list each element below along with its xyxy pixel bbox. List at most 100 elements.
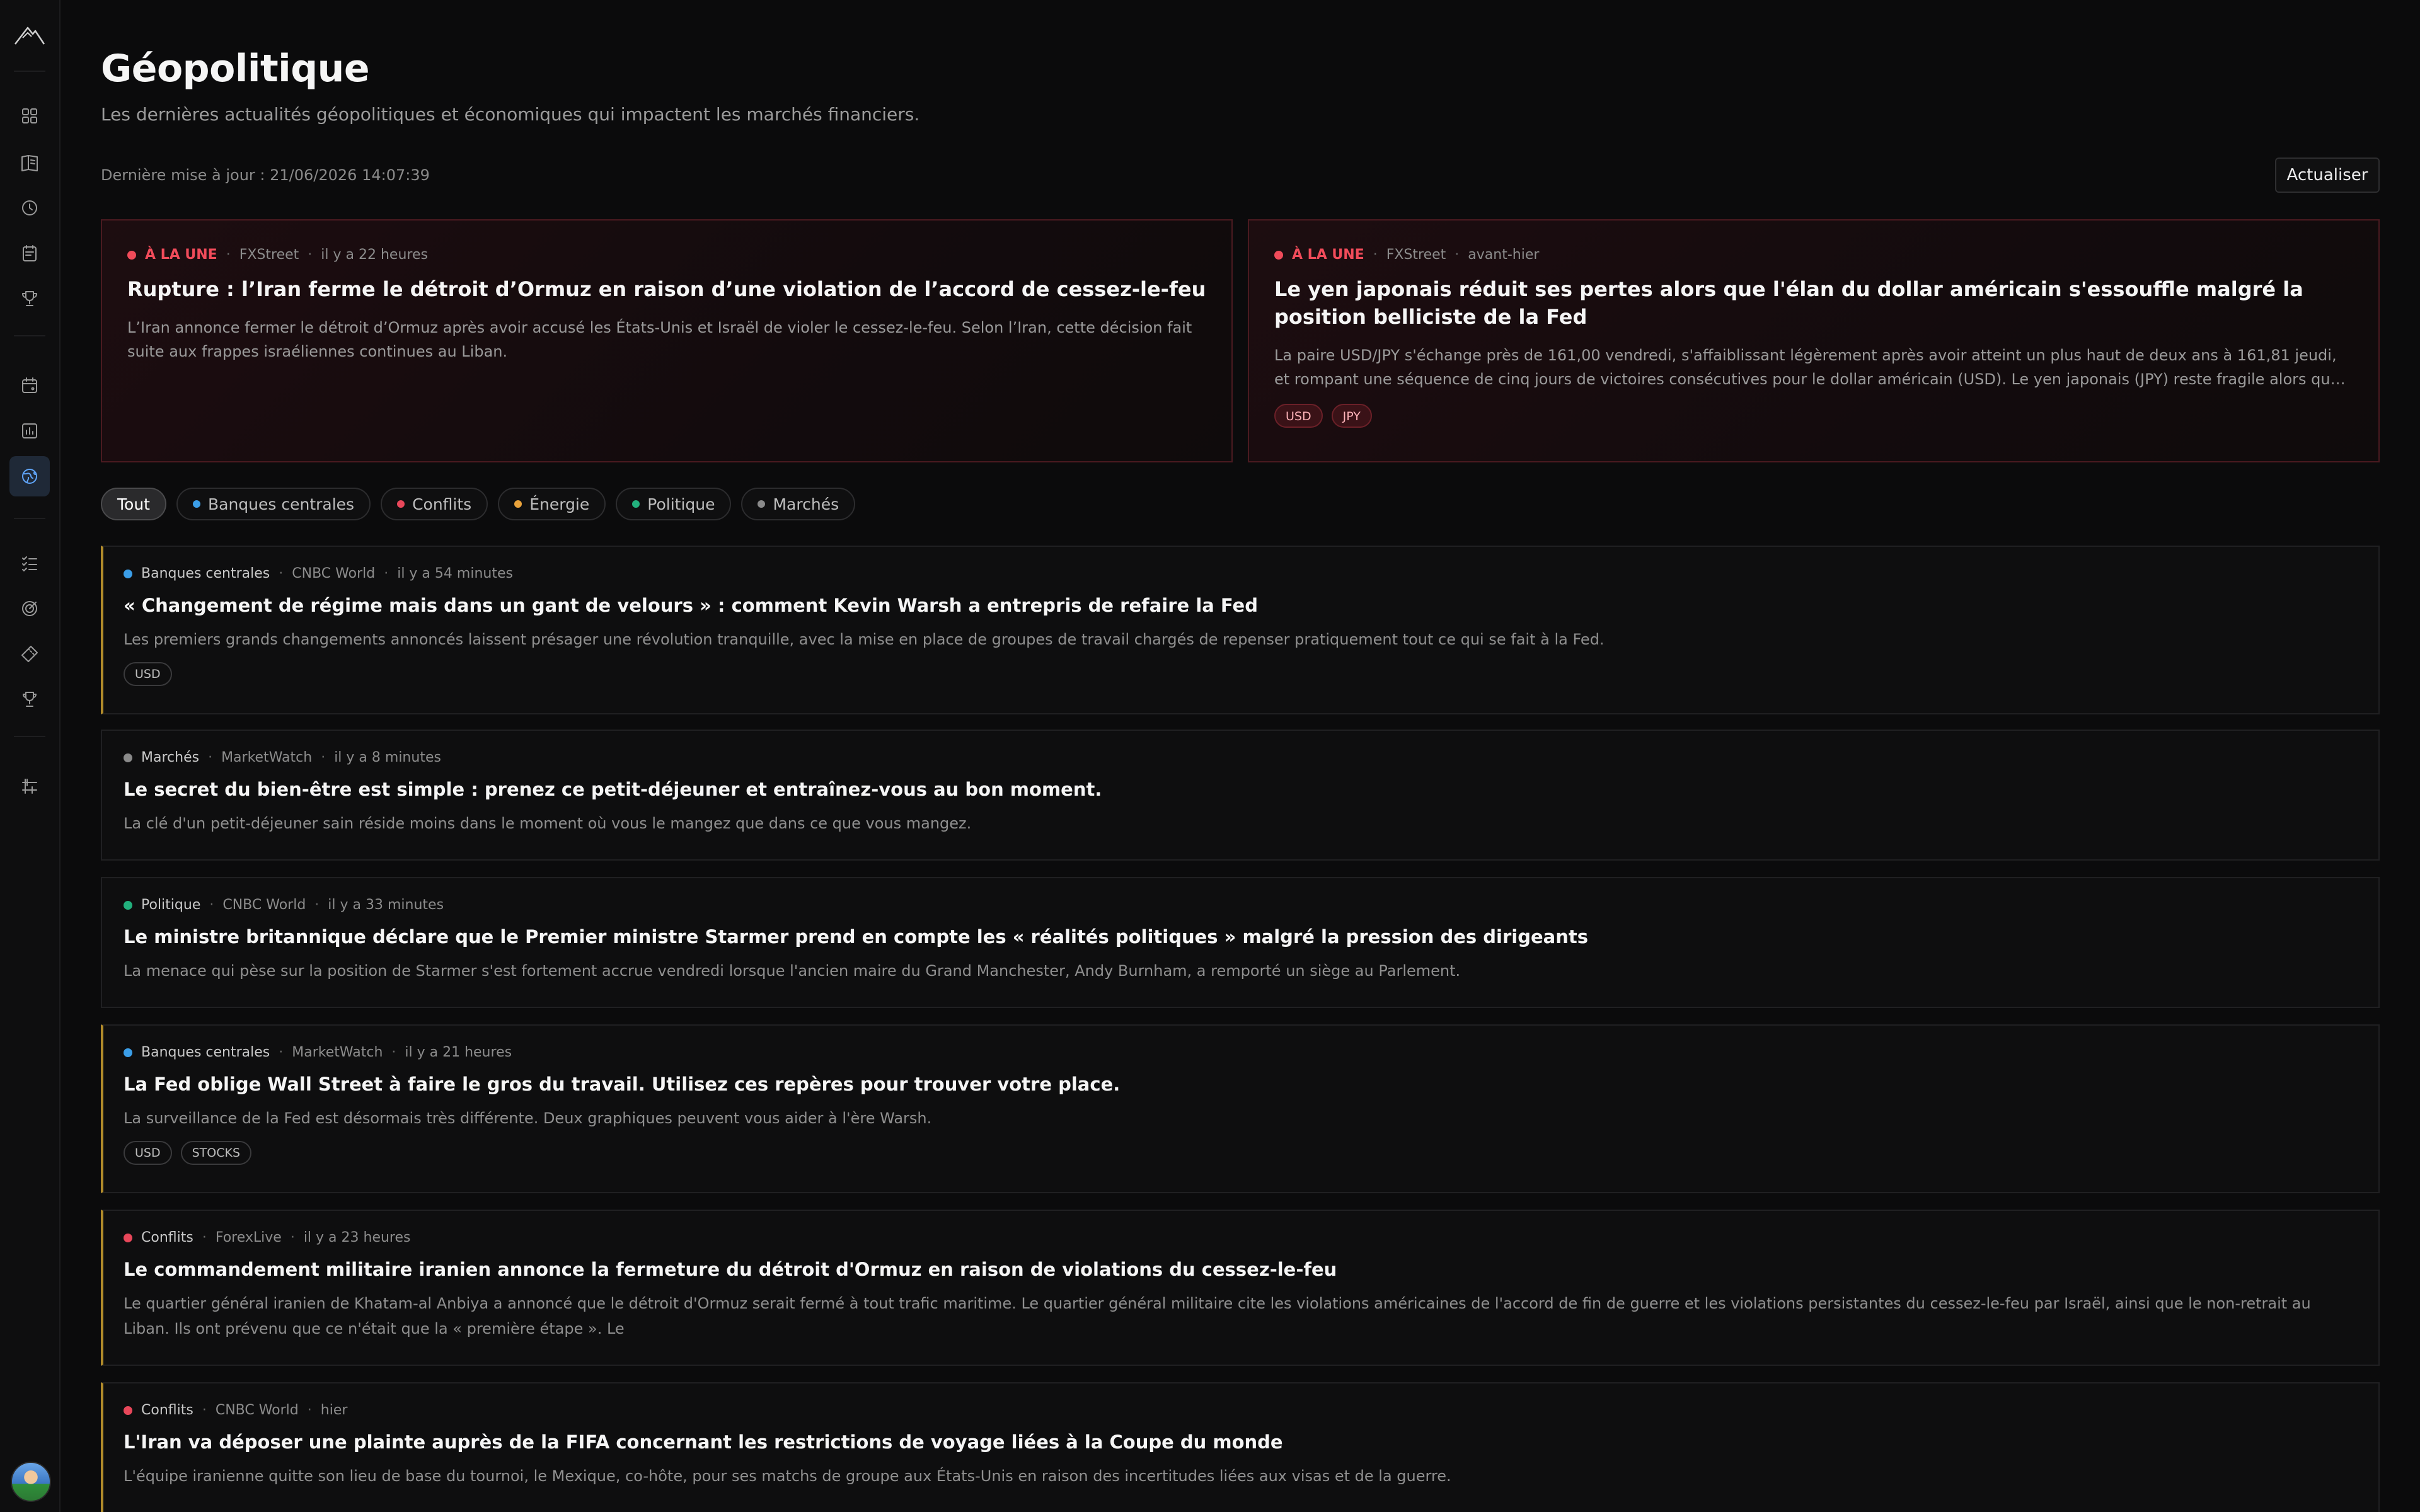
- featured-time: il y a 22 heures: [321, 247, 428, 263]
- nav-history[interactable]: [9, 188, 50, 228]
- news-time: hier: [320, 1402, 348, 1418]
- news-category: Conflits: [141, 1230, 193, 1246]
- news-source: ForexLive: [215, 1230, 282, 1246]
- history-icon: [22, 200, 37, 215]
- featured-title[interactable]: Le yen japonais réduit ses pertes alors …: [1274, 275, 2353, 331]
- news-meta: Conflits · ForexLive · il y a 23 heures: [124, 1230, 2358, 1246]
- news-time: il y a 21 heures: [405, 1045, 512, 1060]
- news-category: Banques centrales: [141, 566, 270, 581]
- news-source: CNBC World: [215, 1402, 299, 1418]
- nav-divider: [14, 736, 45, 737]
- news-item[interactable]: Politique · CNBC World · il y a 33 minutes…: [101, 877, 2380, 1008]
- category-dot: [124, 1048, 132, 1057]
- nav-divider: [14, 71, 45, 72]
- news-summary: L'équipe iranienne quitte son lieu de ba…: [124, 1467, 1451, 1485]
- news-tags: USD STOCKS: [124, 1141, 2358, 1165]
- filter-chip-central-banks[interactable]: Banques centrales: [176, 488, 371, 520]
- news-source: MarketWatch: [221, 750, 313, 765]
- page-subtitle: Les dernières actualités géopolitiques e…: [101, 104, 920, 125]
- news-title[interactable]: « Changement de régime mais dans un gant…: [124, 593, 2358, 618]
- featured-time: avant-hier: [1468, 247, 1540, 263]
- nav-tickets[interactable]: [9, 634, 50, 674]
- tag-badge: USD: [124, 1141, 172, 1165]
- checklist-icon: [22, 556, 37, 571]
- news-title[interactable]: L'Iran va déposer une plainte auprès de …: [124, 1429, 2358, 1455]
- category-dot: [124, 1406, 132, 1415]
- last-update-text: Dernière mise à jour : 21/06/2026 14:07:…: [101, 166, 430, 184]
- featured-card[interactable]: À LA UNE · FXStreet · il y a 22 heures R…: [101, 219, 1233, 462]
- featured-source: FXStreet: [1386, 247, 1446, 263]
- breaking-dot: [1274, 250, 1283, 260]
- filter-chip-energy[interactable]: Énergie: [498, 488, 606, 520]
- page-title: Géopolitique: [101, 47, 370, 91]
- news-source: CNBC World: [292, 566, 376, 581]
- news-item[interactable]: Conflits · CNBC World · hier L'Iran va dép…: [101, 1382, 2380, 1512]
- news-meta: Banques centrales · CNBC World · il y a 54…: [124, 566, 2358, 581]
- featured-badge: À LA UNE: [145, 247, 217, 263]
- news-category: Politique: [141, 897, 201, 913]
- news-tags: USD: [124, 662, 2358, 686]
- category-dot: [124, 900, 132, 910]
- tag-badge: USD: [1274, 404, 1323, 428]
- dashboard-icon: [22, 108, 37, 123]
- target-icon: [22, 601, 37, 616]
- nav-settings[interactable]: [9, 766, 50, 806]
- filter-chip-markets[interactable]: Marchés: [741, 488, 856, 520]
- featured-title[interactable]: Rupture : l’Iran ferme le détroit d’Ormu…: [127, 275, 1206, 303]
- nav-divider: [14, 518, 45, 519]
- news-time: il y a 33 minutes: [328, 897, 444, 913]
- chart-icon: [22, 423, 37, 438]
- news-item[interactable]: Banques centrales · MarketWatch · il y a 2…: [101, 1024, 2380, 1193]
- nav-goals[interactable]: [9, 588, 50, 629]
- news-meta: Marchés · MarketWatch · il y a 8 minutes: [124, 750, 2358, 765]
- category-dot: [124, 1233, 132, 1242]
- news-title[interactable]: Le secret du bien-être est simple : pren…: [124, 777, 2358, 802]
- category-dot: [192, 500, 200, 508]
- calendar-clipboard-icon: [23, 245, 37, 261]
- globe-icon: [22, 469, 37, 484]
- nav-journal[interactable]: [9, 142, 50, 183]
- news-item[interactable]: Marchés · MarketWatch · il y a 8 minutes L…: [101, 730, 2380, 861]
- news-item[interactable]: Conflits · ForexLive · il y a 23 heures Le…: [101, 1210, 2380, 1366]
- news-summary: Les premiers grands changements annoncés…: [124, 631, 1605, 648]
- news-summary: La clé d'un petit-déjeuner sain réside m…: [124, 815, 972, 832]
- trophy-icon: [22, 291, 37, 306]
- news-category: Banques centrales: [141, 1045, 270, 1060]
- nav-dashboard[interactable]: [9, 96, 50, 136]
- news-title[interactable]: Le ministre britannique déclare que le P…: [124, 924, 2358, 949]
- featured-tags: USD JPY: [1274, 404, 2353, 428]
- category-dot: [632, 500, 640, 508]
- news-source: MarketWatch: [292, 1045, 383, 1060]
- nav-divider: [14, 335, 45, 336]
- featured-card[interactable]: À LA UNE · FXStreet · avant-hier Le yen …: [1248, 219, 2380, 462]
- nav-analytics[interactable]: [9, 411, 50, 451]
- category-dot: [514, 500, 522, 508]
- news-title[interactable]: La Fed oblige Wall Street à faire le gro…: [124, 1072, 2358, 1097]
- news-item[interactable]: Banques centrales · CNBC World · il y a 54…: [101, 546, 2380, 714]
- calendar-icon: [22, 377, 37, 393]
- news-summary: La menace qui pèse sur la position de St…: [124, 962, 1461, 980]
- tag-badge: JPY: [1331, 404, 1372, 428]
- tag-badge: USD: [124, 662, 172, 686]
- settings-sliders-icon: [22, 779, 37, 794]
- nav-geopolitics[interactable]: [9, 456, 50, 496]
- filter-chip-conflicts[interactable]: Conflits: [381, 488, 488, 520]
- journal-icon: [21, 155, 38, 171]
- category-dot: [397, 500, 405, 508]
- user-avatar[interactable]: [11, 1462, 51, 1502]
- news-meta: Politique · CNBC World · il y a 33 minutes: [124, 897, 2358, 913]
- nav-planner[interactable]: [9, 233, 50, 273]
- filter-chip-politics[interactable]: Politique: [616, 488, 732, 520]
- featured-badge: À LA UNE: [1292, 247, 1364, 263]
- refresh-button[interactable]: Actualiser: [2275, 158, 2380, 193]
- featured-meta: À LA UNE · FXStreet · il y a 22 heures: [127, 247, 1206, 263]
- nav-achievements[interactable]: [9, 278, 50, 319]
- nav-awards[interactable]: [9, 679, 50, 719]
- news-title[interactable]: Le commandement militaire iranien annonc…: [124, 1257, 2358, 1282]
- nav-checklist[interactable]: [9, 543, 50, 583]
- category-filters: Tout Banques centrales Conflits Énergie …: [101, 488, 856, 520]
- nav-calendar[interactable]: [9, 365, 50, 406]
- filter-chip-all[interactable]: Tout: [101, 488, 166, 520]
- logo-mountain-icon[interactable]: [14, 24, 45, 47]
- category-dot: [758, 500, 766, 508]
